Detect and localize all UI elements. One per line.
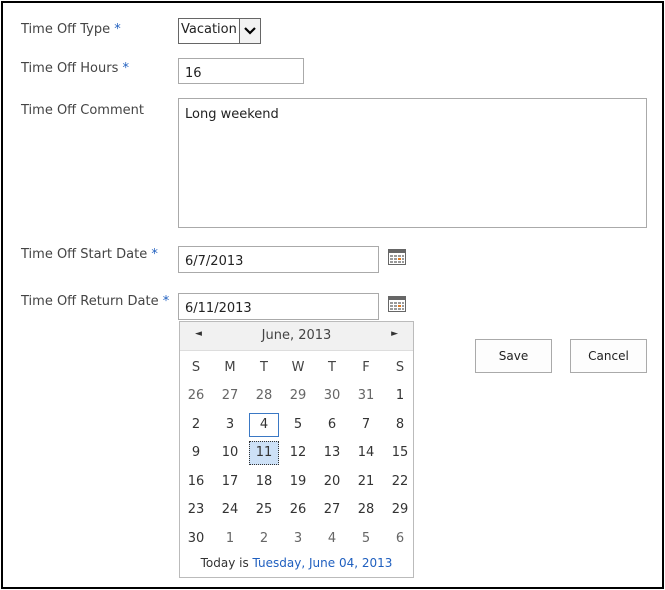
calendar-day[interactable]: 5	[283, 411, 313, 439]
calendar-day[interactable]: 2	[181, 411, 211, 439]
return-date-input[interactable]: 6/11/2013	[178, 293, 379, 320]
calendar-week-row: 26 27 28 29 30 31 1	[180, 382, 413, 410]
required-mark: *	[114, 22, 121, 37]
time-off-type-select[interactable]: Vacation	[178, 18, 261, 44]
calendar-day[interactable]: 4	[317, 525, 347, 553]
required-mark: *	[162, 294, 170, 309]
calendar-week-row: 9 10 11 12 13 14 15	[180, 439, 413, 467]
calendar-week-row: 2345678	[180, 411, 413, 439]
start-date-input[interactable]: 6/7/2013	[178, 246, 379, 273]
comment-textarea[interactable]: Long weekend	[178, 98, 647, 228]
calendar-day[interactable]: 17	[215, 468, 245, 496]
type-label: Time Off Type *	[21, 22, 121, 37]
calendar-day[interactable]: 23	[181, 496, 211, 524]
next-month-icon[interactable]: ►	[391, 329, 398, 339]
calendar-day[interactable]: 29	[283, 382, 313, 410]
hours-input[interactable]: 16	[178, 58, 304, 84]
day-of-week-header: M	[224, 360, 236, 375]
calendar-day[interactable]: 8	[385, 411, 415, 439]
day-of-week-header: W	[291, 360, 305, 375]
calendar-day[interactable]: 12	[283, 439, 313, 467]
calendar-day[interactable]: 14	[351, 439, 381, 467]
calendar-day[interactable]: 22	[385, 468, 415, 496]
calendar-icon[interactable]	[388, 296, 406, 312]
calendar-day[interactable]: 2	[249, 525, 279, 553]
calendar-day[interactable]: 13	[317, 439, 347, 467]
calendar-day[interactable]: 5	[351, 525, 381, 553]
form-frame: Time Off Type * Vacation Time Off Hours …	[1, 1, 664, 589]
comment-label: Time Off Comment	[21, 103, 144, 118]
calendar-day-selected[interactable]: 11	[249, 441, 279, 465]
calendar-day[interactable]: 26	[181, 382, 211, 410]
hours-label: Time Off Hours *	[21, 61, 129, 76]
today-link[interactable]: Tuesday, June 04, 2013	[253, 556, 393, 570]
calendar-day[interactable]: 29	[385, 496, 415, 524]
calendar-day[interactable]: 3	[215, 411, 245, 439]
calendar-icon[interactable]	[388, 249, 406, 265]
calendar-day[interactable]: 31	[351, 382, 381, 410]
calendar-day[interactable]: 27	[317, 496, 347, 524]
day-of-week-header: S	[395, 360, 405, 375]
calendar-day[interactable]: 1	[215, 525, 245, 553]
calendar-day[interactable]: 7	[351, 411, 381, 439]
cancel-button[interactable]: Cancel	[570, 339, 647, 373]
date-picker: ◄ June, 2013 ► S M T W T F S 26 27 28 29 30 31 1 2 3 4 5 6…	[179, 321, 414, 578]
calendar-day[interactable]: 28	[249, 382, 279, 410]
calendar-day[interactable]: 30	[317, 382, 347, 410]
calendar-day[interactable]: 1	[385, 382, 415, 410]
calendar-day[interactable]: 9	[181, 439, 211, 467]
calendar-week-row: 16 17 18 19 20 21 22	[180, 468, 413, 496]
chevron-down-icon[interactable]	[238, 19, 260, 43]
day-of-week-header: F	[362, 360, 370, 375]
days-of-week-row: SMTWTFS	[180, 354, 413, 382]
save-button[interactable]: Save	[475, 339, 552, 373]
calendar-day[interactable]: 30	[181, 525, 211, 553]
calendar-day[interactable]: 15	[385, 439, 415, 467]
calendar-day[interactable]: 3	[283, 525, 313, 553]
month-title: June, 2013	[261, 328, 332, 343]
calendar-day[interactable]: 20	[317, 468, 347, 496]
today-footer: Today is Tuesday, June 04, 2013	[200, 556, 393, 570]
calendar-week-row: 30 1 2 3 4 5 6	[180, 525, 413, 553]
return-date-label: Time Off Return Date *	[21, 294, 170, 309]
date-picker-header: ◄ June, 2013 ►	[180, 322, 413, 351]
calendar-day[interactable]: 6	[317, 411, 347, 439]
calendar-day[interactable]: 10	[215, 439, 245, 467]
calendar-day[interactable]: 26	[283, 496, 313, 524]
start-date-label: Time Off Start Date *	[21, 247, 158, 262]
calendar-day[interactable]: 19	[283, 468, 313, 496]
calendar-day[interactable]: 28	[351, 496, 381, 524]
select-value: Vacation	[181, 22, 237, 37]
day-of-week-header: T	[328, 360, 336, 375]
required-mark: *	[151, 247, 158, 262]
calendar-day[interactable]: 27	[215, 382, 245, 410]
calendar-day[interactable]: 18	[249, 468, 279, 496]
day-of-week-header: T	[260, 360, 268, 375]
calendar-day[interactable]: 24	[215, 496, 245, 524]
calendar-day[interactable]: 16	[181, 468, 211, 496]
day-of-week-header: S	[191, 360, 201, 375]
calendar-day[interactable]: 21	[351, 468, 381, 496]
calendar-week-row: 23 24 25 26 27 28 29	[180, 496, 413, 524]
calendar-day-today[interactable]: 4	[249, 412, 279, 437]
calendar-day[interactable]: 25	[249, 496, 279, 524]
required-mark: *	[122, 61, 130, 76]
calendar-day[interactable]: 6	[385, 525, 415, 553]
